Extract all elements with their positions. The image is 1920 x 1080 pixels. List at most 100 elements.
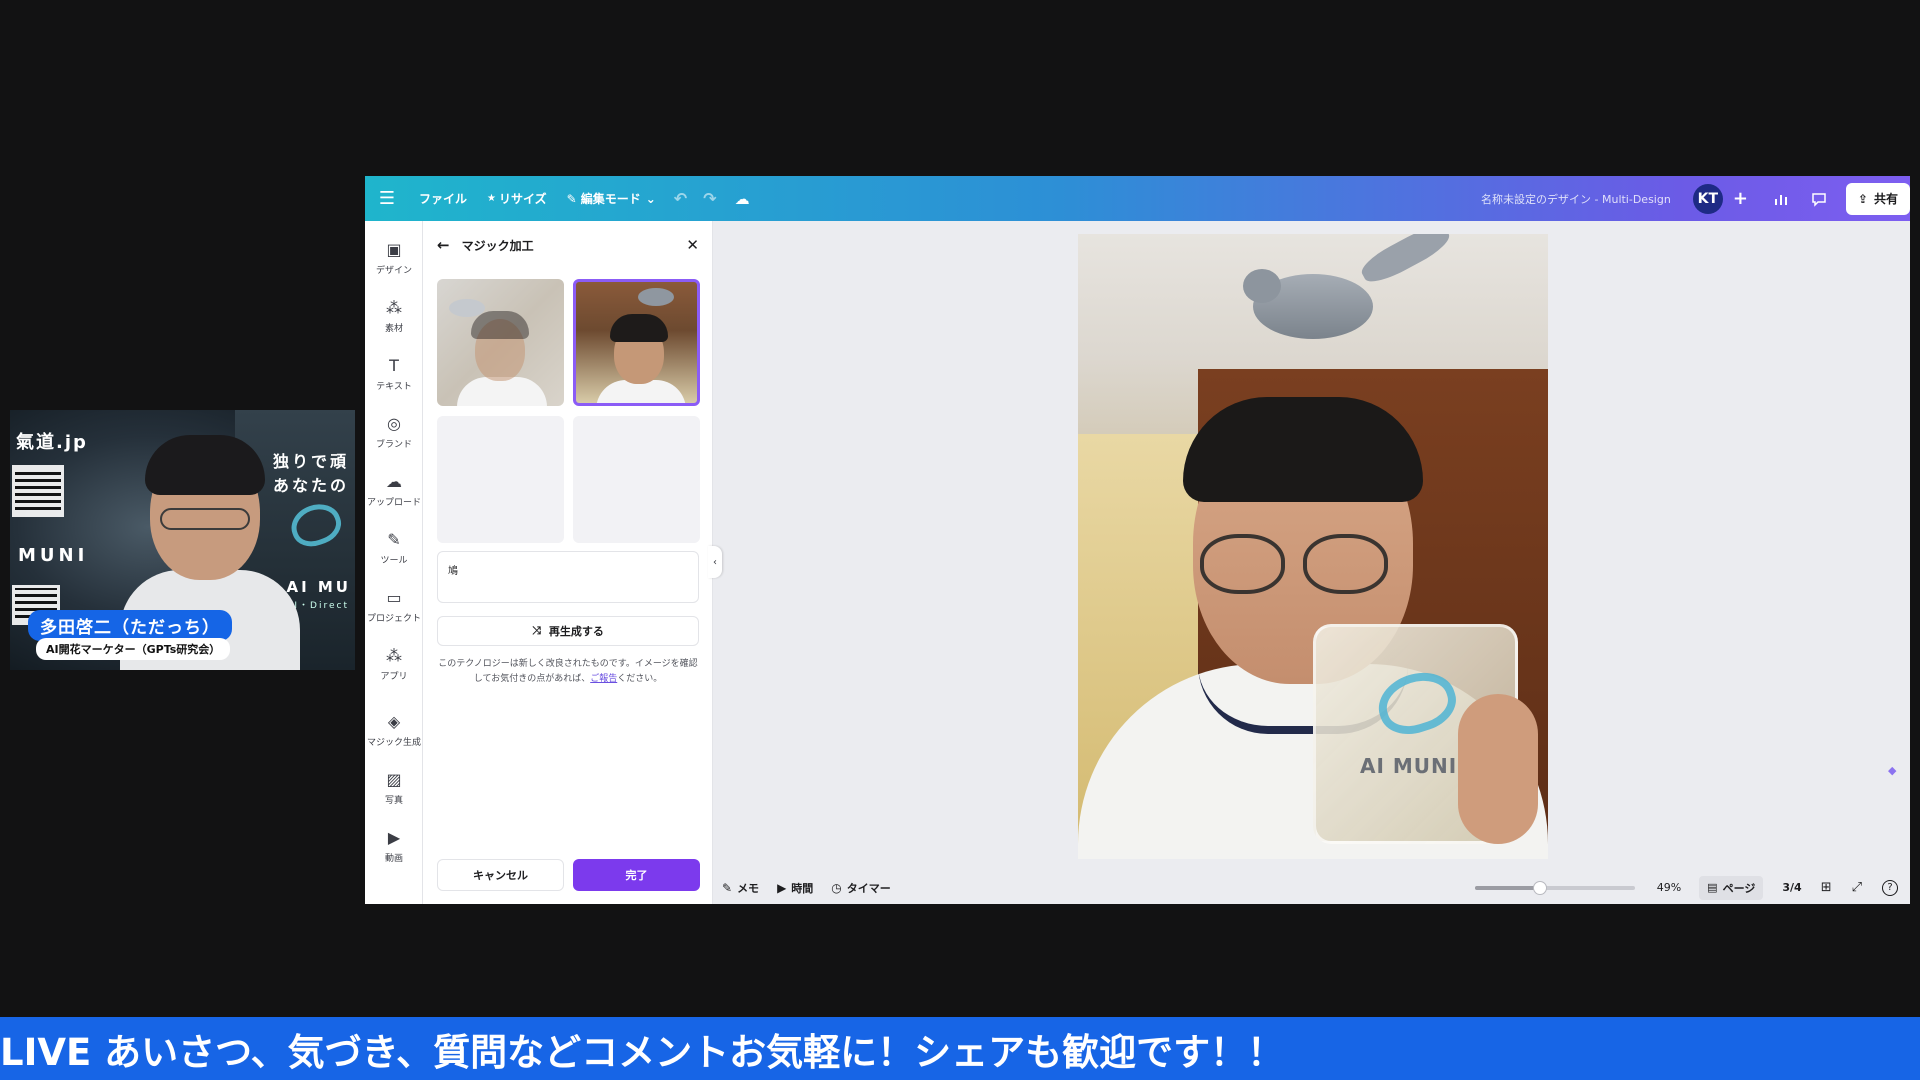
video-icon: ▶ <box>387 828 401 847</box>
rail-item-photos[interactable]: ▨ 写真 <box>365 769 423 806</box>
rail-label: 写真 <box>384 796 403 806</box>
file-menu[interactable]: ファイル <box>409 176 477 221</box>
cloud-save-icon[interactable]: ☁ <box>725 176 760 221</box>
grid-view-icon[interactable]: ⊞ <box>1811 880 1842 895</box>
rail-label: ブランド <box>375 440 412 450</box>
result-thumbnail-4-loading[interactable] <box>573 416 700 543</box>
rail-item-apps[interactable]: ⁂ アプリ <box>365 645 423 682</box>
panel-title: マジック加工 <box>461 238 534 253</box>
avatar[interactable]: KT <box>1692 183 1723 214</box>
thumb-shirt <box>457 377 547 406</box>
photo-pigeon-head <box>1243 269 1281 303</box>
brand-icon: ◎ <box>387 414 401 433</box>
shuffle-icon: ⤨ <box>532 624 541 637</box>
comment-icon[interactable] <box>1800 176 1838 221</box>
resize-label: リサイズ <box>498 192 547 206</box>
insights-chart-icon[interactable] <box>1762 176 1800 221</box>
rail-item-tools[interactable]: ✎ ツール <box>365 529 423 566</box>
rail-item-elements[interactable]: ⁂ 素材 <box>365 297 423 334</box>
editor-bottombar: ✎ メモ ▶ 時間 ◷ タイマー 49% ▤ ページ 3/4 ⊞ ⤢ ? <box>713 871 1910 904</box>
timing-icon: ▶ <box>777 880 787 895</box>
webcam-feed: 氣道.jp MUNI 独りで頑 あなたの AI MU AI・Direct 多田啓… <box>10 410 355 670</box>
rail-label: 動画 <box>384 854 403 864</box>
canva-editor-window: ☰ ファイル ★ リサイズ ✎ 編集モード ⌄ ↶ ↷ ☁ 名称未設定のデザイン… <box>365 176 1910 904</box>
timer-button[interactable]: ◷ タイマー <box>822 880 899 896</box>
star-icon: ★ <box>487 193 496 204</box>
photo-hand <box>1458 694 1538 844</box>
photo-glasses-right <box>1303 534 1388 594</box>
share-button[interactable]: ⇪ 共有 <box>1845 182 1910 215</box>
panel-header: ← マジック加工 ✕ <box>437 235 699 255</box>
chevron-down-icon: ⌄ <box>645 191 656 206</box>
zoom-slider-handle[interactable] <box>1533 880 1548 895</box>
done-button[interactable]: 完了 <box>573 859 700 891</box>
rail-item-brand[interactable]: ◎ ブランド <box>365 413 423 450</box>
help-icon[interactable]: ? <box>1872 879 1910 896</box>
photo-icon: ▨ <box>386 770 402 789</box>
notes-label: メモ <box>737 881 760 895</box>
timing-button[interactable]: ▶ 時間 <box>768 880 822 896</box>
result-thumbnail-3-loading[interactable] <box>437 416 564 543</box>
regenerate-label: 再生成する <box>548 625 604 638</box>
document-title[interactable]: 名称未設定のデザイン - Multi-Design <box>1471 176 1693 221</box>
close-icon[interactable]: ✕ <box>686 236 699 254</box>
text-icon: T <box>389 356 399 375</box>
undo-icon[interactable]: ↶ <box>666 176 695 221</box>
qr-code <box>12 465 64 517</box>
zoom-slider[interactable] <box>1474 880 1635 895</box>
photo-hair <box>1183 397 1423 502</box>
cancel-button[interactable]: キャンセル <box>437 859 564 891</box>
page-count[interactable]: 3/4 <box>1773 881 1810 894</box>
pages-label: ページ <box>1722 881 1756 895</box>
timer-label: タイマー <box>846 881 891 895</box>
share-icon: ⇪ <box>1857 191 1868 206</box>
collapse-panel-button[interactable]: ‹ <box>708 546 722 578</box>
report-link[interactable]: ご報告 <box>590 674 617 684</box>
hamburger-menu-icon[interactable]: ☰ <box>365 176 409 221</box>
elements-icon: ⁂ <box>386 298 402 317</box>
notes-button[interactable]: ✎ メモ <box>713 880 768 896</box>
rail-item-uploads[interactable]: ☁ アップロード <box>365 471 423 508</box>
result-thumbnail-2-selected[interactable] <box>573 279 700 406</box>
prompt-input[interactable]: 鳩 <box>437 551 699 603</box>
disclaimer-text: このテクノロジーは新しく改良されたものです。イメージを確認してお気付きの点があれ… <box>437 657 699 687</box>
upload-icon: ☁ <box>386 472 402 491</box>
presenter-hair <box>145 435 265 495</box>
rail-item-magic-media[interactable]: ◈ マジック生成 <box>365 711 423 748</box>
photo-pigeon-tail <box>1356 234 1455 289</box>
canvas-photo[interactable]: AI MUNI <box>1078 234 1548 859</box>
resize-button[interactable]: ★ リサイズ <box>477 176 557 221</box>
zoom-level[interactable]: 49% <box>1657 881 1699 894</box>
redo-icon[interactable]: ↷ <box>695 176 724 221</box>
rail-item-design[interactable]: ▣ デザイン <box>365 239 423 276</box>
rail-label: アップロード <box>366 498 421 508</box>
webcam-ai-mu-text: AI MU <box>286 578 351 596</box>
add-collaborator-icon[interactable]: + <box>1727 176 1762 221</box>
rail-label: ツール <box>380 556 408 566</box>
rail-item-text[interactable]: T テキスト <box>365 355 423 392</box>
webcam-muni-text: MUNI <box>18 545 89 566</box>
regenerate-button[interactable]: ⤨ 再生成する <box>437 616 699 646</box>
rail-item-projects[interactable]: ▭ プロジェクト <box>365 587 423 624</box>
timing-label: 時間 <box>791 881 814 895</box>
rail-label: 素材 <box>384 324 403 334</box>
editor-topbar: ☰ ファイル ★ リサイズ ✎ 編集モード ⌄ ↶ ↷ ☁ 名称未設定のデザイン… <box>365 176 1910 221</box>
back-arrow-icon[interactable]: ← <box>437 236 450 254</box>
magic-edit-panel: ← マジック加工 ✕ 鳩 ⤨ 再生成する このテクノロジーは新しく改良されたもの… <box>423 221 713 904</box>
live-ticker-banner: LIVE あいさつ、気づき、質問などコメントお気軽に！シェアも歓迎です！！ <box>0 1017 1920 1080</box>
fullscreen-icon[interactable]: ⤢ <box>1842 880 1872 895</box>
rail-item-videos[interactable]: ▶ 動画 <box>365 827 423 864</box>
thumb-hair <box>471 311 529 339</box>
magic-cursor-icon[interactable]: ◆ <box>1888 764 1904 780</box>
presenter-title-badge: AI開花マーケター（GPTs研究会） <box>36 638 231 660</box>
share-label: 共有 <box>1873 192 1898 206</box>
zoom-slider-fill <box>1474 885 1541 890</box>
trophy-text: AI MUNI <box>1360 754 1458 778</box>
folder-icon: ▭ <box>386 588 402 607</box>
rail-label: テキスト <box>376 382 412 392</box>
pages-button[interactable]: ▤ ページ <box>1699 875 1764 900</box>
edit-mode-dropdown[interactable]: ✎ 編集モード ⌄ <box>557 176 666 221</box>
apps-icon: ⁂ <box>386 646 402 665</box>
photo-glasses-left <box>1200 534 1285 594</box>
result-thumbnail-1[interactable] <box>437 279 564 406</box>
